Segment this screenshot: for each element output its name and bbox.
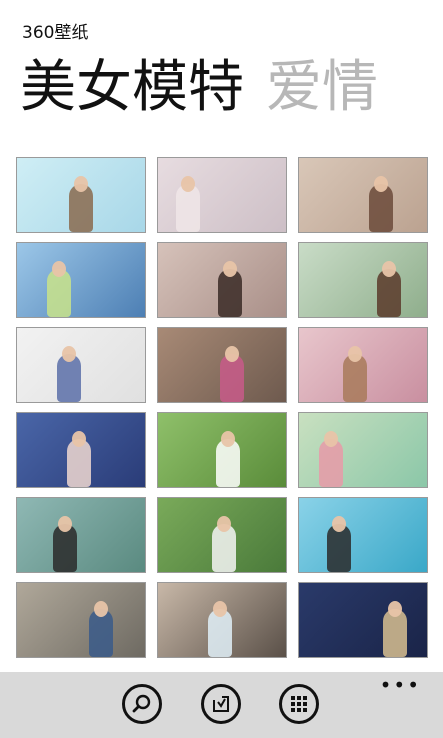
pivot-item-models[interactable]: 美女模特 — [20, 50, 244, 126]
thumbnail-face — [72, 431, 86, 447]
wallpaper-thumbnail[interactable] — [16, 327, 146, 403]
search-button[interactable] — [122, 684, 162, 724]
download-button[interactable] — [201, 684, 241, 724]
app-bar: ••• — [0, 672, 443, 738]
wallpaper-thumbnail[interactable] — [16, 412, 146, 488]
wallpaper-thumbnail[interactable] — [157, 157, 287, 233]
search-icon — [132, 694, 151, 713]
thumbnail-face — [324, 431, 338, 447]
grid-icon — [291, 696, 307, 712]
wallpaper-thumbnail[interactable] — [157, 327, 287, 403]
wallpaper-thumbnail[interactable] — [298, 582, 428, 658]
thumbnail-face — [62, 346, 76, 362]
thumbnail-face — [348, 346, 362, 362]
thumbnail-face — [94, 601, 108, 617]
thumbnail-face — [225, 346, 239, 362]
wallpaper-thumbnail[interactable] — [16, 582, 146, 658]
wallpaper-thumbnail[interactable] — [298, 497, 428, 573]
thumbnail-face — [223, 261, 237, 277]
thumbnail-face — [388, 601, 402, 617]
wallpaper-thumbnail[interactable] — [157, 412, 287, 488]
download-icon — [213, 696, 229, 712]
thumbnail-face — [58, 516, 72, 532]
wallpaper-thumbnail[interactable] — [16, 497, 146, 573]
thumbnail-face — [213, 601, 227, 617]
categories-button[interactable] — [279, 684, 319, 724]
wallpaper-thumbnail[interactable] — [298, 327, 428, 403]
wallpaper-thumbnail[interactable] — [16, 242, 146, 318]
thumbnail-face — [181, 176, 195, 192]
wallpaper-thumbnail[interactable] — [157, 582, 287, 658]
more-options-button[interactable]: ••• — [380, 675, 421, 695]
thumbnail-face — [382, 261, 396, 277]
wallpaper-thumbnail[interactable] — [16, 157, 146, 233]
wallpaper-thumbnail[interactable] — [298, 412, 428, 488]
pivot-header: 美女模特 爱情 — [20, 50, 400, 126]
wallpaper-thumbnail[interactable] — [157, 497, 287, 573]
thumbnail-face — [221, 431, 235, 447]
wallpaper-thumbnail[interactable] — [157, 242, 287, 318]
thumbnail-face — [332, 516, 346, 532]
thumbnail-face — [374, 176, 388, 192]
thumbnail-face — [217, 516, 231, 532]
app-title: 360壁纸 — [22, 23, 89, 43]
thumbnail-face — [52, 261, 66, 277]
wallpaper-grid — [16, 157, 429, 658]
thumbnail-face — [74, 176, 88, 192]
wallpaper-thumbnail[interactable] — [298, 242, 428, 318]
pivot-item-love[interactable]: 爱情 — [266, 50, 378, 126]
wallpaper-thumbnail[interactable] — [298, 157, 428, 233]
